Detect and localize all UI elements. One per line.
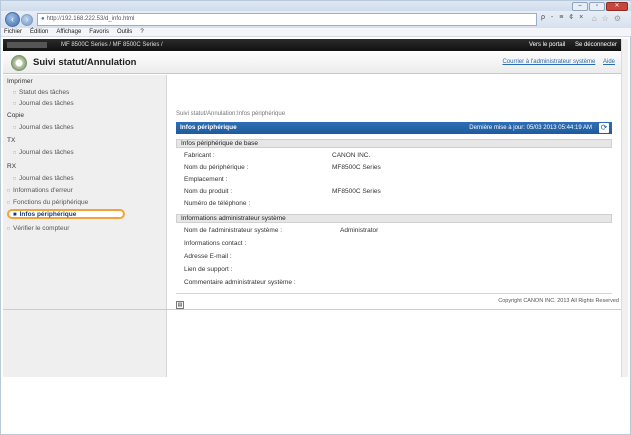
device-bar: MF 8500C Series / MF 8500C Series / Vers…: [3, 39, 623, 51]
manufacturer-label: Fabricant :: [184, 152, 215, 159]
menu-file[interactable]: Fichier: [4, 28, 22, 36]
section-basic-header: Infos périphérique de base: [176, 139, 612, 148]
device-name-label: Nom du périphérique :: [184, 164, 249, 171]
home-icon[interactable]: ⌂: [592, 14, 602, 23]
maximize-icon[interactable]: ▫: [589, 2, 605, 11]
sidebar-item-tx-log[interactable]: □ Journal des tâches: [13, 149, 74, 156]
contact-label: Informations contact :: [184, 240, 247, 247]
panel-title: Infos périphérique: [180, 124, 237, 131]
logout-link[interactable]: Se déconnecter: [575, 42, 617, 48]
phone-label: Numéro de téléphone :: [184, 200, 251, 207]
page-top-icon[interactable]: ▤: [176, 301, 184, 309]
device-name-value: MF8500C Series: [332, 164, 381, 171]
header-links: Courrier à l'administrateur système Aide: [496, 59, 615, 65]
manufacturer-value: CANON INC.: [332, 152, 371, 159]
browser-window: – ▫ ✕ ‹ › ● http://192.168.222.53/d_info.…: [0, 0, 631, 435]
minimize-icon[interactable]: –: [572, 2, 588, 11]
comment-label: Commentaire administrateur système :: [184, 279, 296, 286]
breadcrumb: Suivi statut/Annulation:Infos périphériq…: [176, 111, 286, 117]
help-link[interactable]: Aide: [603, 59, 615, 65]
footer-divider: [3, 309, 621, 310]
url-text: http://192.168.222.53/d_info.html: [46, 16, 135, 22]
site-icon: ●: [41, 16, 45, 22]
bullet-icon: □: [7, 226, 11, 232]
gear-icon[interactable]: ⚙: [614, 14, 626, 23]
sidebar-item-copy-log[interactable]: □ Journal des tâches: [13, 124, 74, 131]
panel-header: Infos périphérique Dernière mise à jour:…: [176, 122, 612, 134]
favorites-icon[interactable]: ☆: [602, 14, 614, 23]
device-title: MF 8500C Series / MF 8500C Series /: [61, 42, 163, 48]
close-icon[interactable]: ✕: [606, 2, 628, 11]
sidebar-cat-copy: Copie: [7, 112, 24, 119]
sidebar-cat-rx: RX: [7, 163, 17, 170]
admin-name-value: Administrator: [340, 227, 379, 234]
section-admin-header: Informations administrateur système: [176, 214, 612, 223]
sidebar-cat-print: Imprimer: [7, 78, 33, 85]
sidebar-item-print-log[interactable]: □ Journal des tâches: [13, 100, 74, 107]
url-tools[interactable]: ρ - ≡ ¢ ×: [541, 14, 585, 21]
status-logo-icon: [11, 55, 27, 71]
sidebar-item-device-info[interactable]: ■ Infos périphérique: [7, 209, 125, 219]
address-bar: ‹ › ● http://192.168.222.53/d_info.html ρ…: [1, 11, 631, 28]
page-header: Suivi statut/Annulation Courrier à l'adm…: [3, 52, 621, 74]
back-icon[interactable]: ‹: [5, 12, 20, 27]
admin-name-label: Nom de l'administrateur système :: [184, 227, 283, 234]
device-logo: [7, 42, 47, 48]
location-label: Emplacement :: [184, 176, 228, 183]
menu-bar: Fichier Édition Affichage Favoris Outils…: [1, 28, 631, 37]
menu-tools[interactable]: Outils: [117, 28, 132, 36]
bullet-icon: □: [13, 150, 17, 156]
title-bar: – ▫ ✕: [1, 1, 631, 11]
product-name-value: MF8500C Series: [332, 188, 381, 195]
url-field[interactable]: ● http://192.168.222.53/d_info.html: [37, 13, 537, 26]
copyright: Copyright CANON INC. 2013 All Rights Res…: [498, 298, 619, 304]
sidebar-cat-tx: TX: [7, 137, 16, 144]
forward-icon[interactable]: ›: [21, 14, 33, 26]
refresh-icon[interactable]: ⟳: [599, 123, 609, 133]
last-update: Dernière mise à jour: 05/03 2013 05:44:1…: [469, 125, 592, 131]
bullet-icon: □: [7, 188, 11, 194]
portal-link[interactable]: Vers le portail: [529, 42, 565, 48]
menu-favorites[interactable]: Favoris: [89, 28, 109, 36]
sidebar: Imprimer □ Statut des tâches □ Journal des…: [3, 75, 167, 377]
toolbar-icons: ⌂☆⚙: [592, 14, 626, 23]
divider: [176, 293, 612, 294]
menu-view[interactable]: Affichage: [56, 28, 81, 36]
device-links: Vers le portail Se déconnecter: [521, 39, 617, 51]
sidebar-item-device-functions[interactable]: □ Fonctions du périphérique: [7, 199, 88, 206]
bullet-icon: □: [13, 176, 17, 182]
bullet-icon: □: [13, 125, 17, 131]
sidebar-item-check-counter[interactable]: □ Vérifier le compteur: [7, 225, 69, 232]
support-label: Lien de support :: [184, 266, 233, 273]
bullet-icon: □: [13, 90, 17, 96]
email-label: Adresse E-mail :: [184, 253, 232, 260]
scrollbar[interactable]: [621, 39, 628, 377]
bullet-icon: ■: [13, 212, 17, 218]
menu-edit[interactable]: Édition: [30, 28, 48, 36]
sidebar-item-error-info[interactable]: □ Informations d'erreur: [7, 187, 73, 194]
sidebar-item-print-status[interactable]: □ Statut des tâches: [13, 89, 69, 96]
mail-admin-link[interactable]: Courrier à l'administrateur système: [502, 59, 595, 65]
page-title: Suivi statut/Annulation: [33, 57, 137, 68]
menu-help[interactable]: ?: [140, 28, 143, 36]
product-name-label: Nom du produit :: [184, 188, 233, 195]
bullet-icon: □: [13, 101, 17, 107]
sidebar-item-rx-log[interactable]: □ Journal des tâches: [13, 175, 74, 182]
window-controls: – ▫ ✕: [572, 2, 628, 11]
bullet-icon: □: [7, 200, 11, 206]
